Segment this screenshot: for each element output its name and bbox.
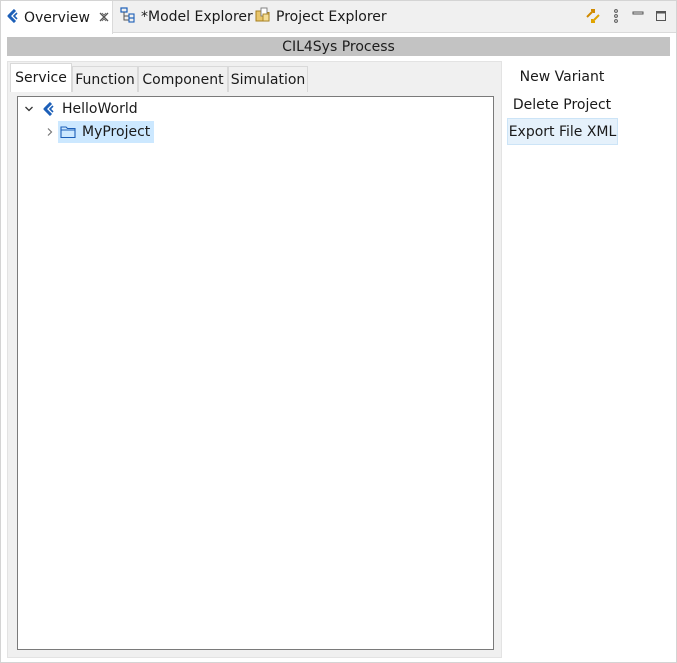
- tab-model-explorer[interactable]: *Model Explorer: [114, 1, 259, 33]
- view-tab-strip: Overview *Model Explorer Project Explore…: [1, 1, 676, 34]
- sync-icon[interactable]: [583, 6, 603, 26]
- export-file-xml-label: Export File XML: [508, 123, 617, 140]
- cil4sys-logo-icon: [36, 102, 62, 116]
- view-menu-icon[interactable]: [606, 6, 626, 26]
- section-header: CIL4Sys Process: [7, 37, 670, 56]
- tree-node-root[interactable]: HelloWorld: [22, 98, 138, 120]
- tab-model-explorer-label: *Model Explorer: [141, 9, 253, 25]
- tab-function[interactable]: Function: [72, 66, 138, 92]
- minimize-icon[interactable]: [628, 6, 648, 26]
- chevron-right-icon[interactable]: [42, 127, 58, 137]
- tab-function-label: Function: [75, 71, 135, 88]
- tab-overview[interactable]: Overview: [1, 1, 113, 34]
- section-title: CIL4Sys Process: [282, 38, 395, 55]
- tab-project-explorer-label: Project Explorer: [276, 9, 387, 25]
- tab-simulation-label: Simulation: [230, 71, 306, 88]
- tree-node-child[interactable]: MyProject: [42, 121, 155, 143]
- tree-node-child-selection[interactable]: MyProject: [58, 121, 155, 143]
- tab-component-label: Component: [142, 71, 224, 88]
- export-file-xml-button[interactable]: Export File XML: [507, 118, 618, 145]
- delete-project-label: Delete Project: [512, 96, 612, 113]
- service-tree[interactable]: HelloWorld MyProject: [17, 96, 494, 650]
- tab-overview-label: Overview: [24, 9, 90, 26]
- tab-project-explorer[interactable]: Project Explorer: [249, 1, 393, 33]
- folder-icon: [60, 125, 76, 139]
- new-variant-label: New Variant: [519, 68, 605, 85]
- tree-node-child-label: MyProject: [82, 124, 151, 140]
- close-icon[interactable]: [99, 11, 109, 25]
- delete-project-button[interactable]: Delete Project: [510, 91, 614, 118]
- model-explorer-icon: [120, 7, 136, 27]
- chevron-down-icon[interactable]: [22, 104, 36, 114]
- maximize-icon[interactable]: [651, 6, 671, 26]
- tab-service-label: Service: [15, 70, 67, 86]
- tab-component[interactable]: Component: [138, 66, 228, 92]
- new-variant-button[interactable]: New Variant: [517, 63, 607, 90]
- cil4sys-logo-icon: [7, 8, 19, 27]
- project-explorer-icon: [255, 7, 271, 27]
- tab-service[interactable]: Service: [10, 63, 72, 92]
- overview-view-window: Overview *Model Explorer Project Explore…: [0, 0, 677, 663]
- tree-node-root-label: HelloWorld: [62, 101, 138, 117]
- process-tab-folder: Service Function Component Simulation He…: [7, 61, 502, 658]
- tab-simulation[interactable]: Simulation: [228, 66, 308, 92]
